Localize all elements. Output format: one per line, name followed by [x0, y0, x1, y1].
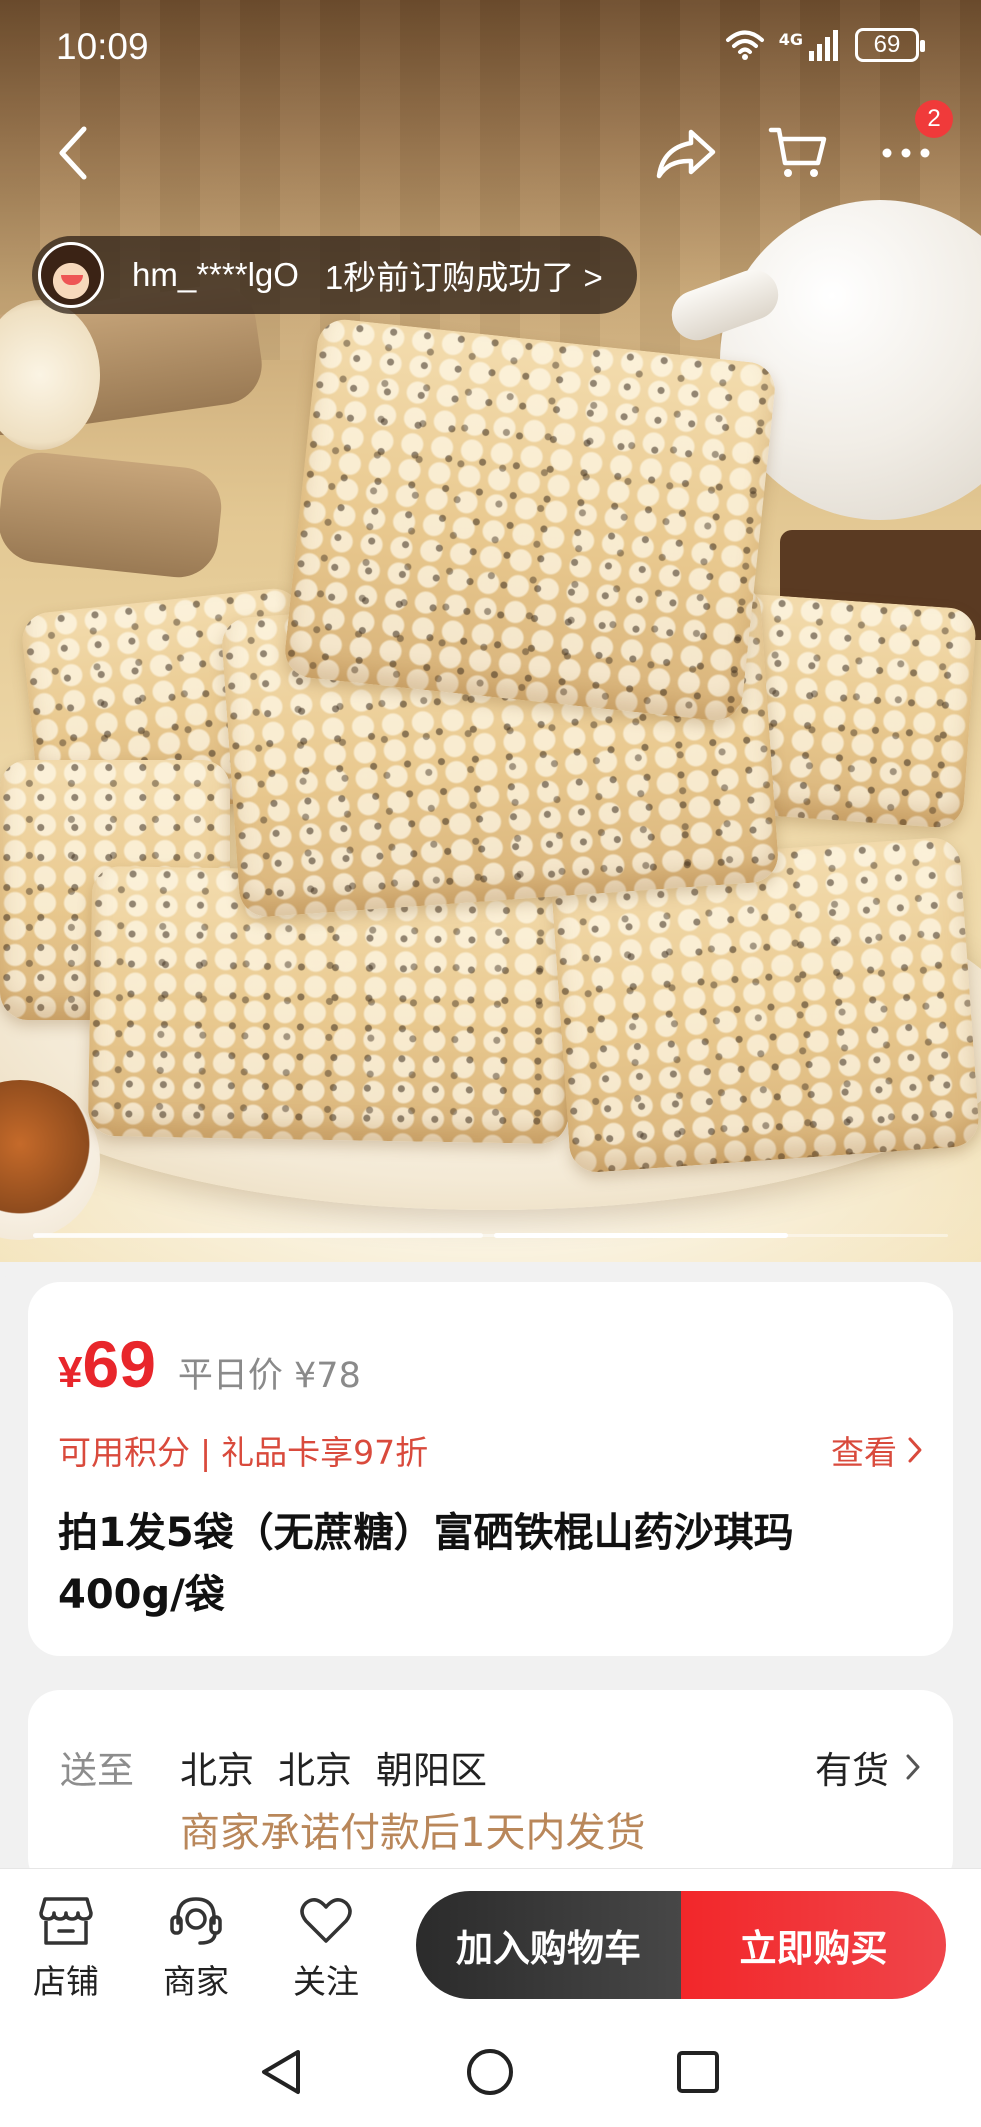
signal-icon	[809, 30, 838, 61]
back-button[interactable]	[46, 118, 100, 188]
status-time: 10:09	[56, 26, 149, 67]
avatar	[38, 242, 104, 308]
cart-button[interactable]	[762, 118, 834, 188]
sachima-piece	[282, 316, 778, 724]
bottom-action-bar: 店铺 商家 关注 加入购物车 立即购买	[0, 1868, 981, 2008]
price-currency: ¥	[58, 1348, 83, 1397]
store-label: 店铺	[33, 1962, 99, 2001]
network-type: 4G	[778, 29, 803, 49]
carousel-progress-segment	[33, 1233, 483, 1238]
cart-count-badge: 2	[915, 100, 953, 138]
chevron-right-icon	[906, 1754, 920, 1780]
follow-label: 关注	[293, 1962, 359, 2001]
ship-city: 北京	[278, 1749, 352, 1792]
follow-button[interactable]: 关注	[276, 1895, 376, 2003]
ship-to-label: 送至	[60, 1749, 134, 1792]
ship-address[interactable]: 北京 北京 朝阳区	[180, 1740, 487, 1794]
promo-text: 可用积分 | 礼品卡享97折	[58, 1426, 428, 1474]
system-back-button[interactable]	[254, 2044, 310, 2100]
merchant-button[interactable]: 商家	[146, 1895, 246, 2003]
heart-icon	[300, 1898, 352, 1943]
square-recents-icon	[677, 2051, 719, 2093]
view-promo-link[interactable]: 查看	[831, 1426, 923, 1474]
system-recents-button[interactable]	[670, 2044, 726, 2100]
buy-now-button[interactable]: 立即购买	[681, 1891, 946, 1999]
price-value: 69	[82, 1327, 156, 1401]
ship-district: 朝阳区	[376, 1749, 487, 1792]
stock-status[interactable]: 有货	[815, 1740, 921, 1794]
promo-giftcard: 礼品卡享97折	[221, 1433, 429, 1472]
product-title: 拍1发5袋（无蔗糖）富硒铁棍山药沙琪玛400g/袋	[58, 1510, 794, 1618]
ticker-message: 1秒前订购成功了 >	[324, 259, 603, 296]
more-icon	[882, 148, 930, 158]
back-icon	[59, 126, 87, 180]
yam-decoration	[0, 448, 226, 582]
recent-order-ticker[interactable]: hm_****lgO 1秒前订购成功了 >	[32, 236, 637, 314]
price-card: ¥ 69 平日价 ¥78 可用积分 | 礼品卡享97折 查看 拍1发5袋（无蔗糖）富…	[28, 1282, 953, 1656]
shipping-card[interactable]: 送至 北京 北京 朝阳区 有货 商家承诺付款后1天内发货	[28, 1690, 953, 1890]
customer-service-icon	[170, 1897, 222, 1945]
status-bar: 10:09 4G 69	[0, 0, 981, 96]
carousel-progress-active	[494, 1233, 788, 1238]
promo-row[interactable]: 可用积分 | 礼品卡享97折 查看	[58, 1426, 923, 1474]
share-button[interactable]	[650, 118, 722, 188]
merchant-label: 商家	[163, 1962, 229, 2001]
ticker-username: hm_****lgO	[132, 256, 299, 293]
stock-label: 有货	[815, 1749, 889, 1792]
promo-points: 可用积分	[58, 1433, 190, 1472]
system-home-button[interactable]	[462, 2044, 518, 2100]
share-icon	[656, 129, 716, 179]
system-navigation-bar	[0, 2008, 981, 2127]
price-row: ¥ 69 平日价 ¥78	[58, 1326, 361, 1402]
ship-province: 北京	[180, 1749, 254, 1792]
chevron-right-icon	[908, 1437, 922, 1463]
cart-icon	[768, 127, 827, 177]
purchase-button-group: 加入购物车 立即购买	[416, 1891, 946, 1999]
shipping-promise: 商家承诺付款后1天内发货	[180, 1810, 646, 1856]
product-image-carousel[interactable]	[0, 0, 981, 1262]
store-button[interactable]: 店铺	[16, 1895, 116, 2003]
store-icon	[39, 1897, 93, 1945]
triangle-back-icon	[262, 2050, 300, 2094]
promo-separator: |	[200, 1433, 212, 1472]
battery-icon: 69	[855, 28, 925, 62]
regular-price: 平日价 ¥78	[177, 1356, 361, 1396]
circle-home-icon	[467, 2049, 513, 2095]
wifi-icon	[725, 30, 764, 60]
battery-level: 69	[873, 31, 901, 58]
add-to-cart-button[interactable]: 加入购物车	[416, 1891, 681, 1999]
view-label: 查看	[831, 1433, 897, 1472]
status-icons: 4G 69	[725, 28, 925, 62]
